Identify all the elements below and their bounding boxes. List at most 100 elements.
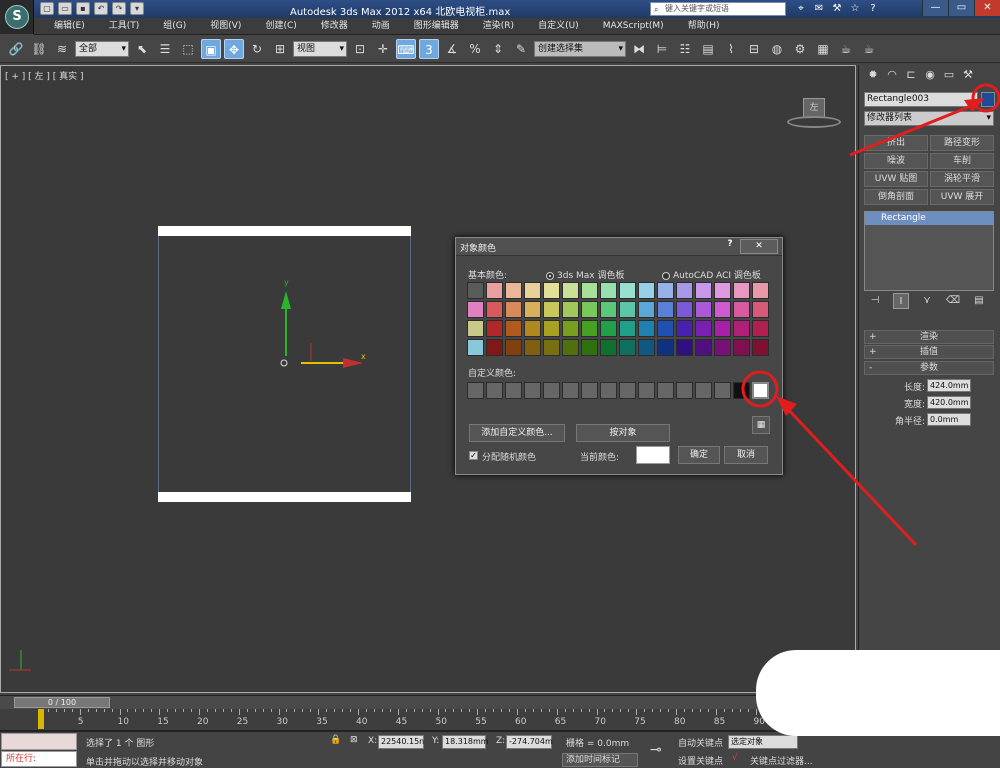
menu-item-3[interactable]: 视图(V): [198, 18, 253, 34]
select-object-icon[interactable]: ⬉: [132, 39, 152, 59]
basic-color-swatch[interactable]: [752, 301, 769, 318]
custom-color-swatch[interactable]: [733, 382, 750, 399]
add-custom-color-button[interactable]: 添加自定义颜色...: [469, 424, 565, 442]
modifier-button[interactable]: 路径变形: [930, 135, 994, 151]
transform-gizmo[interactable]: y x: [271, 271, 381, 381]
basic-color-swatch[interactable]: [543, 320, 560, 337]
ok-button[interactable]: 确定: [678, 446, 720, 464]
rect-selection-icon[interactable]: ⬚: [178, 39, 198, 59]
now-line-field[interactable]: 所在行:: [1, 751, 77, 767]
basic-color-swatch[interactable]: [657, 320, 674, 337]
basic-color-swatch[interactable]: [638, 282, 655, 299]
pin-stack-icon[interactable]: ⊣: [867, 293, 883, 309]
cancel-button[interactable]: 取消: [724, 446, 768, 464]
object-color-swatch[interactable]: [981, 92, 995, 107]
close-button[interactable]: ✕: [974, 0, 1000, 16]
ref-coord-dropdown[interactable]: 视图: [293, 40, 347, 57]
modifier-button[interactable]: UVW 贴图: [864, 171, 928, 187]
basic-color-swatch[interactable]: [619, 282, 636, 299]
custom-color-swatch[interactable]: [600, 382, 617, 399]
basic-color-swatch[interactable]: [695, 339, 712, 356]
color-picker-button[interactable]: ▦: [752, 416, 770, 434]
basic-color-swatch[interactable]: [467, 339, 484, 356]
track-bar[interactable]: 051015202530354045505560657075808590: [0, 709, 856, 731]
dialog-titlebar[interactable]: 对象颜色 ? ✕: [456, 238, 782, 256]
basic-color-swatch[interactable]: [752, 282, 769, 299]
render-setup-icon[interactable]: ⚙: [790, 39, 810, 59]
minimize-button[interactable]: —: [922, 0, 948, 16]
basic-color-swatch[interactable]: [676, 320, 693, 337]
schematic-view-icon[interactable]: ⊟: [744, 39, 764, 59]
custom-color-swatch[interactable]: [676, 382, 693, 399]
modifier-button[interactable]: 涡轮平滑: [930, 171, 994, 187]
key-icon[interactable]: ⊸: [650, 742, 662, 758]
basic-color-swatch[interactable]: [581, 301, 598, 318]
help-icon[interactable]: ?: [866, 2, 880, 16]
custom-color-swatch[interactable]: [562, 382, 579, 399]
rectangle-bottom-edge[interactable]: [158, 492, 411, 502]
modify-tab-icon[interactable]: ◠: [884, 67, 900, 83]
basic-color-swatch[interactable]: [505, 282, 522, 299]
configure-sets-icon[interactable]: ▤: [971, 293, 987, 309]
basic-color-swatch[interactable]: [486, 301, 503, 318]
select-move-icon[interactable]: ✥: [224, 38, 244, 59]
time-slider-knob[interactable]: 0 / 100: [14, 697, 110, 708]
basic-color-swatch[interactable]: [505, 320, 522, 337]
basic-color-swatch[interactable]: [467, 320, 484, 337]
auto-key-button[interactable]: 自动关键点: [678, 736, 723, 749]
basic-color-swatch[interactable]: [733, 282, 750, 299]
menu-item-2[interactable]: 组(G): [151, 18, 198, 34]
basic-color-swatch[interactable]: [657, 301, 674, 318]
render-active-icon[interactable]: ☕: [859, 39, 879, 59]
remove-modifier-icon[interactable]: ⌫: [945, 293, 961, 309]
basic-color-swatch[interactable]: [524, 301, 541, 318]
time-slider[interactable]: 0 / 100: [0, 695, 856, 709]
unlink-icon[interactable]: ⛓: [29, 39, 49, 59]
basic-color-swatch[interactable]: [752, 320, 769, 337]
basic-color-swatch[interactable]: [581, 282, 598, 299]
custom-color-swatch[interactable]: [714, 382, 731, 399]
absolute-mode-icon[interactable]: ⊠: [350, 735, 358, 745]
basic-color-swatch[interactable]: [524, 339, 541, 356]
lock-icon[interactable]: 🔒: [330, 735, 341, 745]
viewcube-face[interactable]: 左: [803, 98, 825, 118]
basic-color-swatch[interactable]: [467, 282, 484, 299]
radio-3dsmax-palette[interactable]: 3ds Max 调色板: [546, 268, 624, 281]
basic-color-swatch[interactable]: [600, 282, 617, 299]
width-input[interactable]: 420.0mm: [927, 396, 971, 409]
add-time-tag-button[interactable]: 添加时间标记: [562, 753, 638, 767]
make-unique-icon[interactable]: ⋎: [919, 293, 935, 309]
basic-color-swatch[interactable]: [695, 301, 712, 318]
search-input[interactable]: ⌕ 键入关键字或短语: [650, 2, 786, 16]
basic-color-swatch[interactable]: [714, 320, 731, 337]
open-file-icon[interactable]: ▭: [58, 2, 72, 15]
rollout-interpolation[interactable]: + 插值: [864, 345, 994, 359]
basic-color-swatch[interactable]: [524, 320, 541, 337]
menu-item-8[interactable]: 渲染(R): [471, 18, 526, 34]
snap-3d-icon[interactable]: 3: [419, 38, 439, 59]
y-coordinate-input[interactable]: 18.318mm: [442, 735, 489, 749]
basic-color-swatch[interactable]: [562, 339, 579, 356]
custom-color-swatch[interactable]: [657, 382, 674, 399]
manipulate-icon[interactable]: ✛: [373, 39, 393, 59]
basic-color-swatch[interactable]: [657, 282, 674, 299]
material-editor-icon[interactable]: ◍: [767, 39, 787, 59]
basic-color-swatch[interactable]: [733, 301, 750, 318]
basic-color-swatch[interactable]: [638, 301, 655, 318]
basic-color-swatch[interactable]: [714, 339, 731, 356]
basic-color-swatch[interactable]: [562, 282, 579, 299]
menu-item-0[interactable]: 编辑(E): [42, 18, 97, 34]
basic-color-swatch[interactable]: [619, 320, 636, 337]
menu-item-1[interactable]: 工具(T): [97, 18, 152, 34]
radio-autocad-icon[interactable]: [662, 271, 670, 280]
basic-color-swatch[interactable]: [486, 282, 503, 299]
redo-icon[interactable]: ↷: [112, 2, 126, 15]
selected-object-dropdown[interactable]: 选定对象: [728, 735, 798, 749]
assign-random-checkbox[interactable]: ✓: [469, 451, 478, 460]
custom-color-swatch[interactable]: [543, 382, 560, 399]
custom-color-swatch[interactable]: [505, 382, 522, 399]
basic-color-swatch[interactable]: [486, 339, 503, 356]
new-file-icon[interactable]: ▢: [40, 2, 54, 15]
menu-item-11[interactable]: 帮助(H): [676, 18, 732, 34]
align-icon[interactable]: ⊨: [652, 39, 672, 59]
